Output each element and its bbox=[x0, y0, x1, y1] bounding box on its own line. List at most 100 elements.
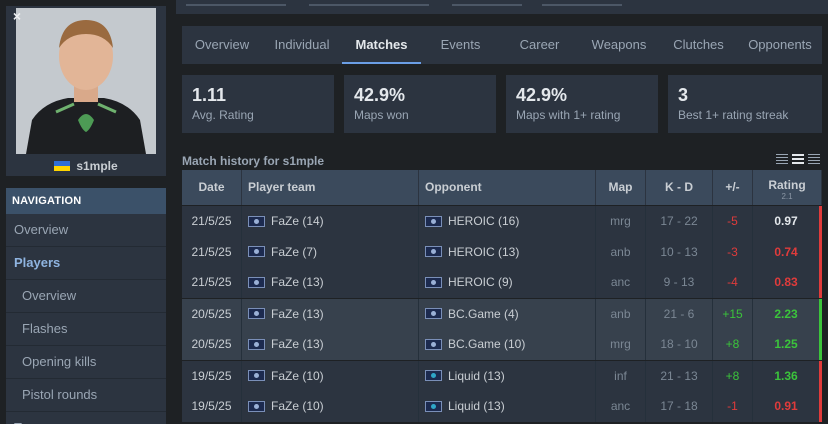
opponent-name: Liquid (13) bbox=[448, 368, 505, 383]
team-name: FaZe (13) bbox=[271, 275, 324, 289]
row-date: 20/5/25 bbox=[182, 329, 242, 360]
column-player-team[interactable]: Player team bbox=[242, 170, 419, 205]
team-logo-icon bbox=[248, 276, 265, 288]
table-row[interactable]: 20/5/25 FaZe (13) BC.Game (4) anb 21 - 6… bbox=[182, 298, 822, 329]
tab-opponents[interactable]: Opponents bbox=[738, 26, 822, 64]
row-kd: 17 - 18 bbox=[646, 391, 713, 422]
team-logo-icon bbox=[248, 338, 265, 350]
column-rating[interactable]: Rating 2.1 bbox=[753, 170, 822, 205]
row-kd: 21 - 13 bbox=[646, 360, 713, 391]
table-row[interactable]: 21/5/25 FaZe (13) HEROIC (9) anc 9 - 13 … bbox=[182, 267, 822, 298]
match-group: 20/5/25 FaZe (13) BC.Game (4) anb 21 - 6… bbox=[182, 297, 822, 360]
row-map: mrg bbox=[596, 329, 646, 360]
row-opponent[interactable]: HEROIC (9) bbox=[419, 267, 596, 298]
row-opponent[interactable]: BC.Game (4) bbox=[419, 298, 596, 329]
default-view-icon[interactable] bbox=[792, 154, 804, 166]
row-team[interactable]: FaZe (10) bbox=[242, 391, 419, 422]
row-team[interactable]: FaZe (7) bbox=[242, 236, 419, 267]
row-diff: -5 bbox=[713, 206, 753, 237]
row-team[interactable]: FaZe (13) bbox=[242, 267, 419, 298]
row-map: anc bbox=[596, 391, 646, 422]
table-header: Date Player team Opponent Map K - D +/- … bbox=[182, 170, 822, 205]
stat-card-avg-rating: 1.11 Avg. Rating bbox=[182, 75, 334, 133]
opponent-name: BC.Game (4) bbox=[448, 306, 519, 321]
opponent-logo-icon bbox=[425, 400, 442, 412]
row-team[interactable]: FaZe (13) bbox=[242, 329, 419, 360]
table-row[interactable]: 20/5/25 FaZe (13) BC.Game (10) mrg 18 - … bbox=[182, 329, 822, 360]
row-date: 20/5/25 bbox=[182, 298, 242, 329]
table-row[interactable]: 21/5/25 FaZe (7) HEROIC (13) anb 10 - 13… bbox=[182, 236, 822, 267]
column-opponent[interactable]: Opponent bbox=[419, 170, 596, 205]
row-rating: 0.91 bbox=[753, 391, 822, 422]
stat-value: 42.9% bbox=[516, 85, 568, 105]
row-map: anc bbox=[596, 267, 646, 298]
team-name: FaZe (10) bbox=[271, 399, 324, 413]
row-opponent[interactable]: BC.Game (10) bbox=[419, 329, 596, 360]
row-kd: 9 - 13 bbox=[646, 267, 713, 298]
column-rating-label: Rating bbox=[768, 178, 806, 192]
stat-label: Best 1+ rating streak bbox=[678, 108, 789, 122]
nav-item-overview[interactable]: Overview bbox=[6, 214, 166, 247]
nav-subitem-pistol-rounds[interactable]: Pistol rounds bbox=[6, 379, 166, 412]
tab-weapons[interactable]: Weapons bbox=[579, 26, 659, 64]
player-photo bbox=[16, 8, 156, 154]
tab-individual[interactable]: Individual bbox=[262, 26, 342, 64]
opponent-name: Liquid (13) bbox=[448, 399, 505, 413]
tab-events[interactable]: Events bbox=[421, 26, 500, 64]
team-logo-icon bbox=[248, 370, 265, 382]
opponent-name: HEROIC (13) bbox=[448, 244, 520, 259]
opponent-name: HEROIC (16) bbox=[448, 214, 520, 228]
filter-bar[interactable] bbox=[186, 4, 286, 6]
opponent-logo-icon bbox=[425, 308, 442, 320]
filter-bar[interactable] bbox=[542, 4, 622, 6]
nav-subitem-opening-kills[interactable]: Opening kills bbox=[6, 346, 166, 379]
tab-overview[interactable]: Overview bbox=[182, 26, 262, 64]
row-diff: +15 bbox=[713, 298, 753, 329]
table-row[interactable]: 21/5/25 FaZe (14) HEROIC (16) mrg 17 - 2… bbox=[182, 206, 822, 237]
compact-view-icon[interactable] bbox=[776, 154, 788, 166]
table-row[interactable]: 19/5/25 FaZe (10) Liquid (13) inf 21 - 1… bbox=[182, 360, 822, 391]
table-row[interactable]: 19/5/25 FaZe (10) Liquid (13) anc 17 - 1… bbox=[182, 391, 822, 422]
close-icon[interactable]: × bbox=[9, 8, 25, 24]
nav-item-players[interactable]: Players bbox=[6, 247, 166, 280]
row-team[interactable]: FaZe (10) bbox=[242, 360, 419, 391]
summary-stats: 1.11 Avg. Rating 42.9% Maps won 42.9% Ma… bbox=[182, 75, 822, 133]
ukraine-flag-icon bbox=[54, 161, 71, 171]
row-rating: 1.25 bbox=[753, 329, 822, 360]
column-kd[interactable]: K - D bbox=[646, 170, 713, 205]
team-logo-icon bbox=[248, 215, 265, 227]
filter-bar[interactable] bbox=[309, 4, 429, 6]
opponent-logo-icon bbox=[425, 370, 442, 382]
column-date[interactable]: Date bbox=[182, 170, 242, 205]
nav-subitem-overview[interactable]: Overview bbox=[6, 280, 166, 313]
filter-bar[interactable] bbox=[452, 4, 522, 6]
row-opponent[interactable]: HEROIC (16) bbox=[419, 206, 596, 237]
row-opponent[interactable]: Liquid (13) bbox=[419, 391, 596, 422]
view-toggle bbox=[776, 154, 822, 166]
stats-tabs: Overview Individual Matches Events Caree… bbox=[182, 26, 822, 64]
match-history-title: Match history for s1mple bbox=[182, 154, 325, 168]
team-logo-icon bbox=[248, 246, 265, 258]
column-map[interactable]: Map bbox=[596, 170, 646, 205]
tab-matches[interactable]: Matches bbox=[342, 26, 421, 64]
opponent-logo-icon bbox=[425, 338, 442, 350]
nav-subitem-flashes[interactable]: Flashes bbox=[6, 313, 166, 346]
expanded-view-icon[interactable] bbox=[808, 154, 820, 166]
row-team[interactable]: FaZe (14) bbox=[242, 206, 419, 237]
team-logo-icon bbox=[248, 308, 265, 320]
opponent-name: HEROIC (9) bbox=[448, 275, 513, 289]
row-team[interactable]: FaZe (13) bbox=[242, 298, 419, 329]
row-opponent[interactable]: Liquid (13) bbox=[419, 360, 596, 391]
row-rating: 2.23 bbox=[753, 298, 822, 329]
team-logo-icon bbox=[248, 400, 265, 412]
tab-clutches[interactable]: Clutches bbox=[659, 26, 738, 64]
row-opponent[interactable]: HEROIC (13) bbox=[419, 236, 596, 267]
team-name: FaZe (7) bbox=[271, 244, 318, 259]
player-tag: s1mple bbox=[6, 156, 166, 176]
column-diff[interactable]: +/- bbox=[713, 170, 753, 205]
nav-item-teams[interactable]: Teams bbox=[6, 412, 166, 424]
row-map: anb bbox=[596, 236, 646, 267]
tab-career[interactable]: Career bbox=[500, 26, 579, 64]
opponent-name: BC.Game (10) bbox=[448, 337, 526, 351]
opponent-logo-icon bbox=[425, 276, 442, 288]
